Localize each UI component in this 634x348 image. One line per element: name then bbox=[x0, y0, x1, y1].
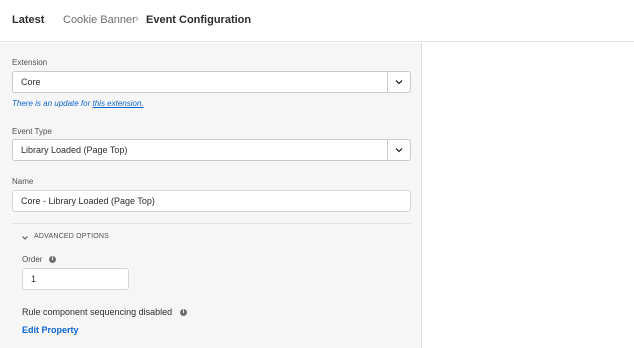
name-label: Name bbox=[12, 177, 34, 186]
rule-sequencing-text: Rule component sequencing disabled bbox=[22, 307, 173, 317]
order-label: Order bbox=[22, 255, 43, 264]
select-divider bbox=[387, 72, 388, 92]
page-title: Event Configuration bbox=[146, 14, 252, 26]
event-type-label: Event Type bbox=[12, 127, 52, 136]
edit-property-link[interactable]: Edit Property bbox=[22, 325, 79, 335]
event-type-select[interactable]: Library Loaded (Page Top) bbox=[12, 139, 411, 161]
select-divider bbox=[387, 140, 388, 160]
advanced-options-toggle[interactable]: ADVANCED OPTIONS bbox=[34, 233, 109, 240]
top-header: Latest Cookie Banner › Event Configurati… bbox=[0, 0, 634, 42]
info-icon[interactable]: i bbox=[49, 256, 56, 263]
chevron-down-icon[interactable] bbox=[21, 234, 29, 242]
chevron-down-icon[interactable] bbox=[394, 145, 404, 155]
name-input[interactable]: Core - Library Loaded (Page Top) bbox=[12, 190, 411, 212]
info-icon[interactable]: i bbox=[180, 309, 187, 316]
order-input[interactable]: 1 bbox=[22, 268, 129, 290]
extension-select[interactable]: Core bbox=[12, 71, 411, 93]
event-type-value: Library Loaded (Page Top) bbox=[21, 145, 128, 155]
update-note-text: There is an update for bbox=[12, 99, 93, 108]
breadcrumb-latest[interactable]: Latest bbox=[12, 14, 44, 26]
extension-label: Extension bbox=[12, 58, 48, 67]
order-value: 1 bbox=[31, 274, 37, 284]
update-extension-link[interactable]: this extension. bbox=[93, 99, 144, 108]
breadcrumb-cookie-banner[interactable]: Cookie Banner bbox=[63, 14, 136, 26]
chevron-down-icon[interactable] bbox=[394, 77, 404, 87]
breadcrumb-separator-icon: › bbox=[135, 13, 139, 25]
name-value: Core - Library Loaded (Page Top) bbox=[21, 196, 155, 206]
section-divider bbox=[12, 223, 411, 224]
extension-value: Core bbox=[21, 77, 41, 87]
update-note: There is an update for this extension. bbox=[12, 99, 144, 108]
